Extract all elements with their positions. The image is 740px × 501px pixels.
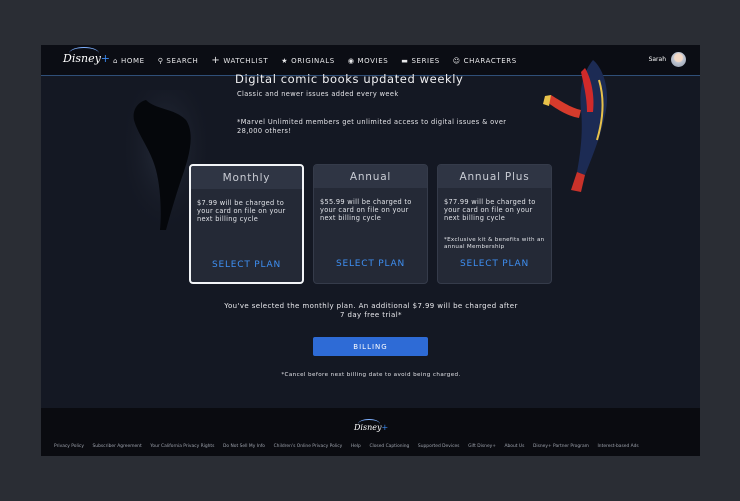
tv-icon: ▬ — [401, 56, 409, 65]
page-title: Digital comic books updated weekly — [235, 72, 464, 86]
plan-name: Annual — [314, 165, 427, 188]
nav-item-home[interactable]: ⌂ HOME — [113, 55, 145, 66]
select-plan-button[interactable]: SELECT PLAN — [191, 260, 302, 270]
cancel-note: *Cancel before next billing date to avoi… — [281, 372, 461, 378]
plan-card-annual-plus[interactable]: Annual Plus $77.99 will be charged to yo… — [437, 164, 552, 284]
avatar[interactable] — [671, 52, 686, 67]
select-plan-button[interactable]: SELECT PLAN — [314, 259, 427, 269]
nav-item-watchlist[interactable]: + WATCHLIST — [211, 55, 268, 66]
nav-item-series[interactable]: ▬ SERIES — [401, 55, 439, 66]
nav-menu: ⌂ HOME ⚲ SEARCH + WATCHLIST ★ ORIGINALS ◉ MOV… — [113, 55, 530, 66]
plan-benefits-note: *Exclusive kit & benefits with an annual… — [444, 237, 545, 250]
footer-link-privacy-policy[interactable]: Privacy Policy — [54, 444, 84, 449]
footer-link-partner-program[interactable]: Disney+ Partner Program — [533, 444, 589, 449]
plan-card-annual[interactable]: Annual $55.99 will be charged to your ca… — [313, 164, 428, 284]
nav-item-characters[interactable]: ☺ CHARACTERS — [453, 55, 517, 66]
footer: Disney+ Privacy Policy Subscriber Agreem… — [41, 408, 700, 456]
app-frame: Disney+ ⌂ HOME ⚲ SEARCH + WATCHLIST ★ ORIGIN… — [41, 45, 700, 456]
footer-link-closed-captioning[interactable]: Closed Captioning — [369, 444, 409, 449]
face-icon: ☺ — [452, 56, 461, 65]
footer-link-interest-based-ads[interactable]: Interest-based Ads — [598, 444, 639, 449]
nav-item-search[interactable]: ⚲ SEARCH — [158, 55, 199, 66]
billing-button[interactable]: BILLING — [313, 337, 428, 356]
plan-description: $55.99 will be charged to your card on f… — [320, 198, 412, 222]
search-icon: ⚲ — [157, 56, 164, 65]
plus-icon: + — [211, 55, 221, 66]
footer-link-supported-devices[interactable]: Supported Devices — [418, 444, 460, 449]
footer-links: Privacy Policy Subscriber Agreement Your… — [54, 444, 694, 449]
disney-plus-logo[interactable]: Disney+ — [63, 47, 110, 65]
star-icon: ★ — [281, 56, 289, 65]
footer-disney-plus-logo[interactable]: Disney+ — [354, 419, 388, 432]
home-icon: ⌂ — [113, 56, 119, 65]
hero-figure-right — [543, 60, 608, 192]
plan-name: Monthly — [191, 166, 302, 189]
membership-note: *Marvel Unlimited members get unlimited … — [237, 118, 507, 135]
plan-card-monthly[interactable]: Monthly $7.99 will be charged to your ca… — [189, 164, 304, 284]
footer-link-subscriber-agreement[interactable]: Subscriber Agreement — [93, 444, 142, 449]
footer-link-gift[interactable]: Gift Disney+ — [468, 444, 496, 449]
footer-link-childrens-privacy[interactable]: Children's Online Privacy Policy — [274, 444, 343, 449]
plan-description: $77.99 will be charged to your card on f… — [444, 198, 536, 222]
page-subtitle: Classic and newer issues added every wee… — [237, 90, 399, 98]
nav-item-originals[interactable]: ★ ORIGINALS — [281, 55, 335, 66]
user-menu[interactable]: Sarah — [649, 52, 686, 67]
footer-link-california-privacy[interactable]: Your California Privacy Rights — [150, 444, 214, 449]
nav-item-movies[interactable]: ◉ MOVIES — [348, 55, 388, 66]
user-name: Sarah — [648, 56, 666, 63]
footer-link-do-not-sell[interactable]: Do Not Sell My Info — [223, 444, 265, 449]
film-icon: ◉ — [347, 56, 355, 65]
plan-name: Annual Plus — [438, 165, 551, 188]
footer-link-about-us[interactable]: About Us — [505, 444, 525, 449]
plan-description: $7.99 will be charged to your card on fi… — [197, 199, 286, 223]
footer-link-help[interactable]: Help — [351, 444, 361, 449]
select-plan-button[interactable]: SELECT PLAN — [438, 259, 551, 269]
selected-plan-message: You've selected the monthly plan. An add… — [224, 302, 518, 319]
